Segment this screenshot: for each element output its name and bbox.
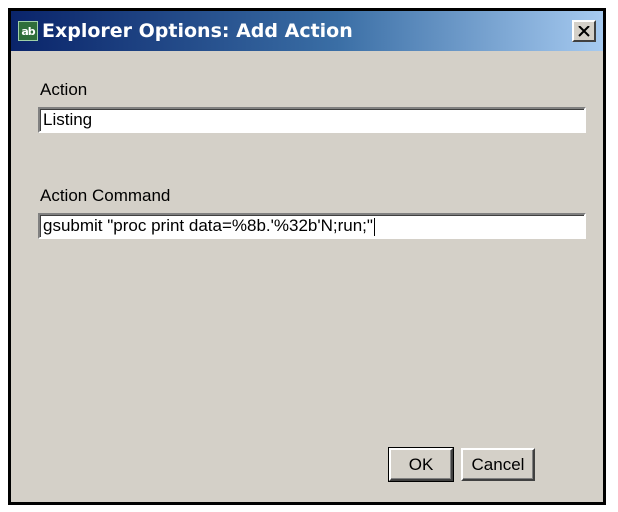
title-bar[interactable]: ab Explorer Options: Add Action: [11, 11, 603, 51]
ok-button[interactable]: OK: [388, 447, 454, 482]
close-icon: [578, 25, 590, 37]
action-label: Action: [40, 80, 88, 99]
add-action-dialog: ab Explorer Options: Add Action Action L…: [8, 8, 606, 505]
action-input-value: Listing: [43, 110, 93, 129]
close-button[interactable]: [572, 20, 596, 42]
window-title: Explorer Options: Add Action: [42, 20, 353, 42]
app-icon: ab: [18, 21, 38, 41]
cancel-button[interactable]: Cancel: [461, 448, 535, 481]
action-command-input[interactable]: gsubmit "proc print data=%8b.'%32b'N;run…: [38, 213, 586, 239]
action-command-label: Action Command: [40, 186, 171, 205]
action-command-value: gsubmit "proc print data=%8b.'%32b'N;run…: [43, 216, 373, 235]
action-input[interactable]: Listing: [38, 107, 586, 133]
text-caret: [373, 217, 375, 236]
